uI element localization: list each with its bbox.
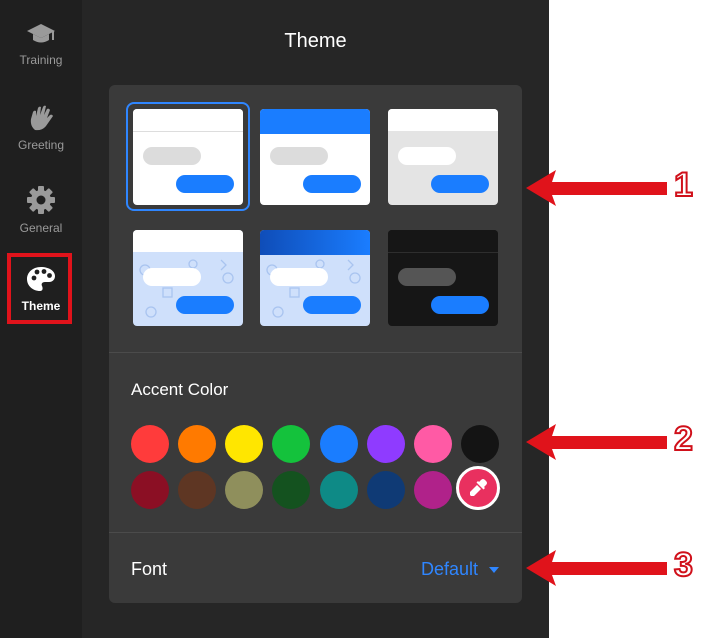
sidebar-item-label: Training: [19, 53, 63, 67]
theme-settings-card: Accent Color Font Default: [109, 85, 522, 603]
accent-swatch-navy[interactable]: [367, 471, 405, 509]
accent-swatch-orange[interactable]: [178, 425, 216, 463]
theme-option-blue-header[interactable]: [260, 109, 370, 205]
sidebar-item-general[interactable]: General: [0, 172, 82, 248]
theme-option-pattern-blue[interactable]: [260, 230, 370, 326]
section-divider: [109, 532, 522, 533]
waving-hand-icon: [30, 105, 53, 131]
graduation-cap-icon: [27, 24, 55, 43]
theme-option-dark[interactable]: [388, 230, 498, 326]
section-divider: [109, 352, 522, 353]
sidebar-item-training[interactable]: Training: [0, 6, 82, 82]
sidebar-item-label: General: [19, 221, 63, 235]
gear-icon: [27, 186, 55, 214]
theme-highlight-box: [7, 253, 72, 324]
accent-color-label: Accent Color: [131, 380, 229, 399]
theme-option-gray[interactable]: [388, 109, 498, 205]
annotation-arrow-3: [526, 550, 667, 586]
accent-swatch-black[interactable]: [461, 425, 499, 463]
sidebar-item-greeting[interactable]: Greeting: [0, 90, 82, 166]
accent-swatch-yellow[interactable]: [225, 425, 263, 463]
page-title: Theme: [284, 30, 347, 52]
accent-swatch-dark-green[interactable]: [272, 471, 310, 509]
callout-number-1: 1: [673, 165, 694, 205]
theme-option-pattern-light[interactable]: [133, 230, 243, 326]
accent-swatch-teal[interactable]: [320, 471, 358, 509]
theme-option-light[interactable]: [133, 109, 243, 205]
annotation-arrow-1: [526, 170, 667, 206]
font-dropdown[interactable]: Default: [421, 559, 500, 580]
accent-swatch-maroon[interactable]: [131, 471, 169, 509]
eyedropper-icon: [470, 479, 487, 496]
annotation-arrow-2: [526, 424, 667, 460]
font-label: Font: [131, 559, 168, 579]
accent-swatch-red[interactable]: [131, 425, 169, 463]
theme-panel: Theme Accent Color Font Default: [82, 0, 549, 638]
accent-swatch-magenta[interactable]: [414, 471, 452, 509]
accent-swatch-pink[interactable]: [414, 425, 452, 463]
accent-swatch-green[interactable]: [272, 425, 310, 463]
accent-swatch-brown[interactable]: [178, 471, 216, 509]
sidebar-item-label: Greeting: [17, 138, 65, 152]
accent-color-picker-button[interactable]: [456, 466, 500, 510]
accent-swatch-olive[interactable]: [225, 471, 263, 509]
caret-down-icon: [489, 566, 499, 573]
font-dropdown-value: Default: [420, 559, 478, 579]
accent-swatch-blue[interactable]: [320, 425, 358, 463]
callout-number-2: 2: [673, 419, 694, 459]
callout-number-3: 3: [673, 545, 694, 585]
sidebar: Training Greeting General Theme: [0, 0, 82, 638]
accent-swatch-purple[interactable]: [367, 425, 405, 463]
